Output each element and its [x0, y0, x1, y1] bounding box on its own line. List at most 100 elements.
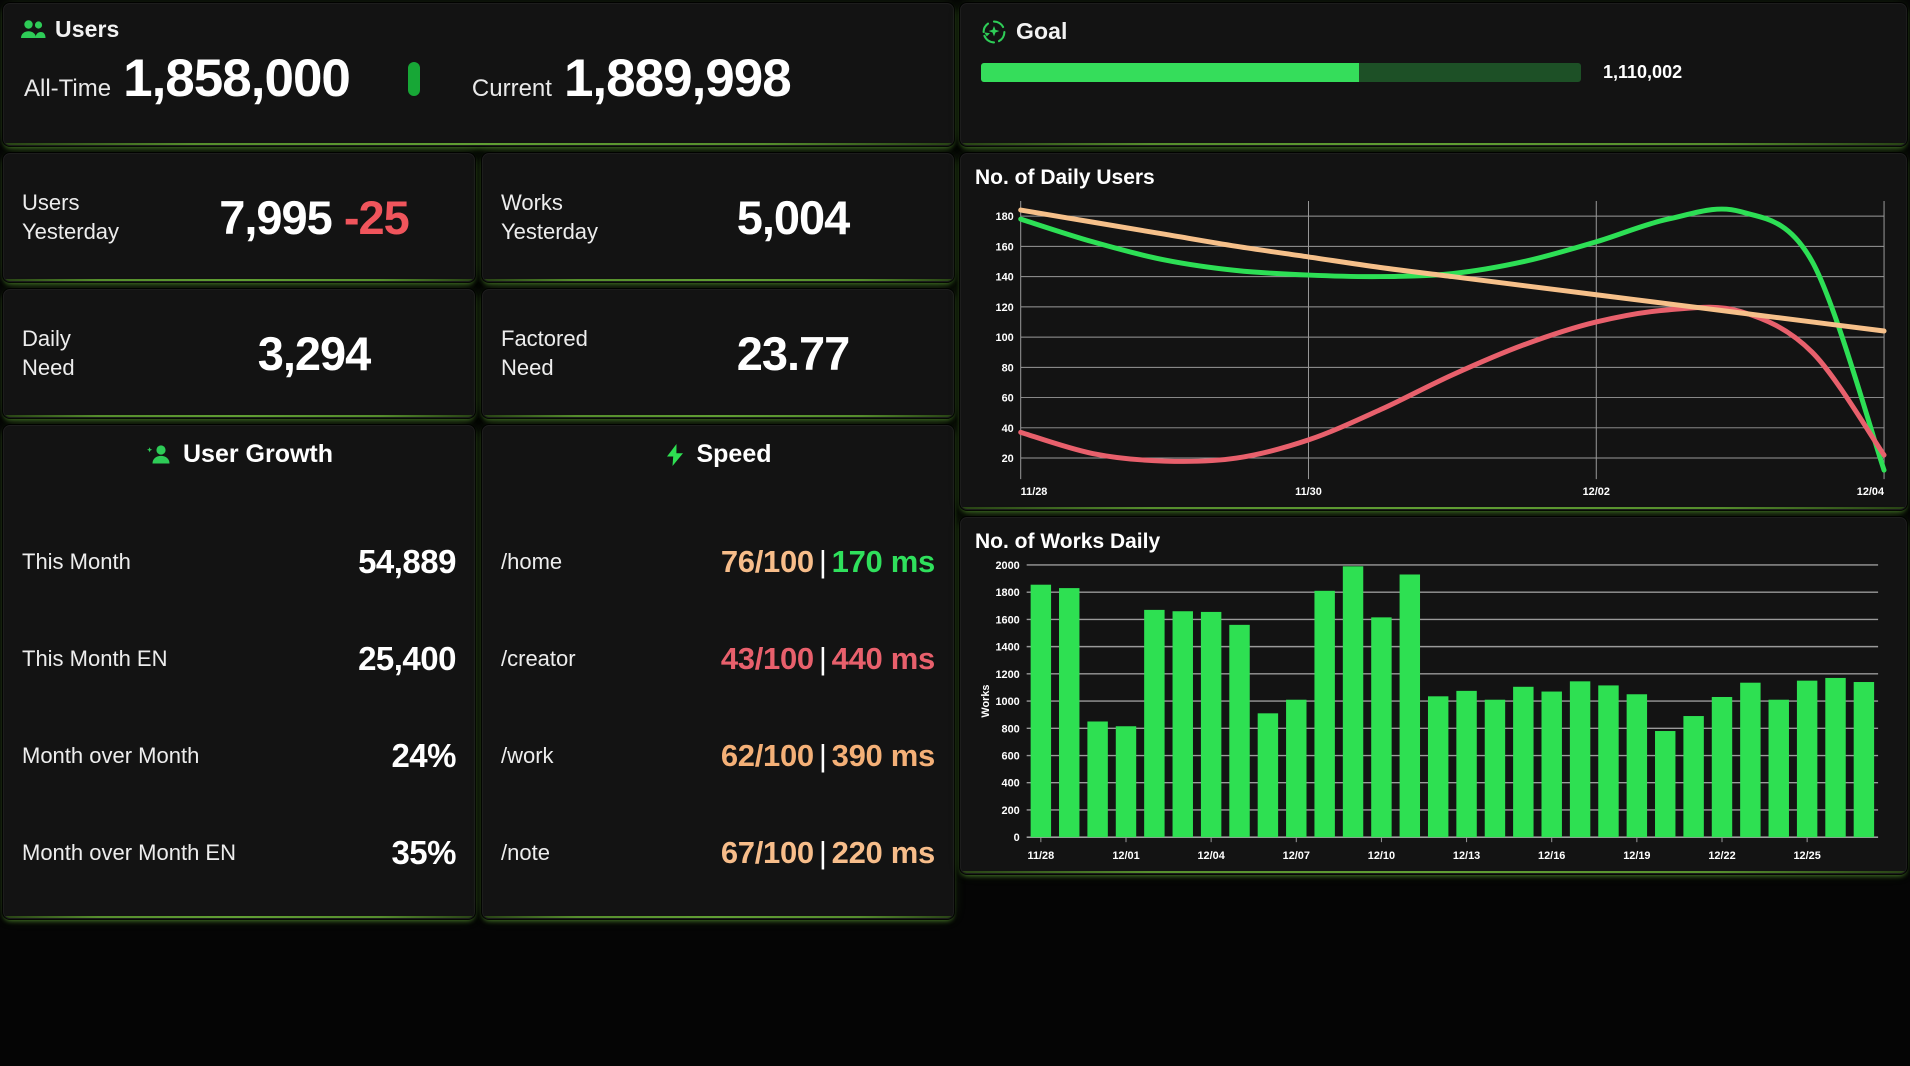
svg-text:12/25: 12/25	[1793, 850, 1820, 862]
row-key: Month over Month	[22, 742, 200, 768]
svg-text:12/07: 12/07	[1283, 850, 1310, 862]
speed-score: 76/100	[720, 543, 814, 579]
speed-divider: |	[818, 543, 827, 579]
daily-users-line-chart: 20 40 60 80 100 120 140 160 180 11/28 11/30 12/02 12…	[996, 200, 1887, 498]
svg-text:12/10: 12/10	[1368, 850, 1395, 862]
speed-time: 220 ms	[831, 834, 936, 870]
svg-text:12/16: 12/16	[1538, 850, 1565, 862]
list-item: Month over Month EN 35%	[22, 804, 456, 901]
speed-score: 43/100	[720, 640, 814, 676]
row-key: /note	[501, 839, 550, 865]
svg-text:1400: 1400	[995, 642, 1019, 654]
stat-value: 7,995 -25	[172, 190, 456, 245]
dashboard-root: Users All-Time 1,858,000 Current 1,889,9…	[0, 0, 1910, 1066]
stat-label: Works Yesterday	[501, 189, 651, 246]
growth-speed-row: User Growth This Month 54,889 This Month…	[3, 425, 954, 919]
svg-text:12/22: 12/22	[1708, 850, 1735, 862]
svg-text:600: 600	[1002, 750, 1020, 762]
stat-label-line1: Users	[22, 189, 80, 215]
works-daily-bar-chart: Works 0 200 400 600 800 1000 1200 1400 1600 1800 20…	[980, 560, 1879, 862]
svg-text:1800: 1800	[995, 587, 1019, 599]
users-values-row: All-Time 1,858,000 Current 1,889,998	[20, 51, 937, 107]
value-separator-pill	[407, 61, 420, 96]
svg-text:400: 400	[1002, 778, 1020, 790]
list-item: /work 62/100 | 390 ms	[501, 707, 935, 804]
svg-text:1000: 1000	[995, 696, 1019, 708]
stat-number: 7,995	[219, 191, 333, 244]
stat-value: 3,294	[172, 326, 456, 381]
row-key: This Month EN	[22, 645, 168, 671]
list-item: Month over Month 24%	[22, 707, 456, 804]
stat-number: 23.77	[736, 327, 851, 380]
stat-label-line1: Works	[501, 189, 563, 215]
stat-number: 3,294	[257, 327, 372, 380]
goal-panel: Goal 1,110,002	[960, 3, 1907, 146]
all-time-value: 1,858,000	[123, 49, 351, 108]
goal-progress-row: 1,110,002	[981, 62, 1886, 83]
stat-card-users-yesterday: Users Yesterday 7,995 -25	[3, 153, 475, 282]
goal-refresh-icon	[981, 19, 1007, 45]
goal-progress-fill	[981, 63, 1359, 82]
row-key: This Month	[22, 548, 131, 574]
speed-time: 390 ms	[831, 737, 936, 773]
svg-text:20: 20	[1002, 453, 1014, 465]
stat-label: Factored Need	[501, 325, 651, 382]
svg-text:12/02: 12/02	[1583, 486, 1610, 498]
row-value: 43/100 | 440 ms	[721, 641, 935, 677]
svg-text:800: 800	[1002, 723, 1020, 735]
row-value: 35%	[391, 833, 456, 871]
row-key: /work	[501, 742, 554, 768]
speed-list: /home 76/100 | 170 ms /creator 43/100 | 440 …	[501, 513, 935, 901]
daily-users-chart-title: No. of Daily Users	[975, 166, 1155, 189]
stat-label-line1: Factored	[501, 325, 588, 351]
daily-users-chart-panel: No. of Daily Users 20 40 60 80 100 120 140 160 1…	[960, 153, 1907, 510]
speed-score: 62/100	[720, 737, 814, 773]
row-key: /creator	[501, 645, 576, 671]
current-value: 1,889,998	[563, 49, 792, 108]
stat-card-grid: Users Yesterday 7,995 -25 Works Yesterda…	[3, 153, 954, 418]
users-panel-header: Users	[20, 16, 937, 43]
row-value: 54,889	[358, 542, 456, 580]
list-item: /home 76/100 | 170 ms	[501, 513, 935, 610]
svg-text:1200: 1200	[995, 669, 1019, 681]
goal-panel-header: Goal	[981, 18, 1886, 45]
user-growth-header: User Growth	[22, 440, 456, 469]
svg-text:140: 140	[996, 272, 1014, 284]
user-add-icon	[145, 444, 173, 466]
row-key: Month over Month EN	[22, 839, 236, 865]
stat-card-works-yesterday: Works Yesterday 5,004	[482, 153, 954, 282]
stat-label: Users Yesterday	[22, 189, 172, 246]
svg-text:12/04: 12/04	[1857, 486, 1884, 498]
row-value: 24%	[391, 736, 456, 774]
list-item: /note 67/100 | 220 ms	[501, 804, 935, 901]
list-item: This Month EN 25,400	[22, 610, 456, 707]
row-key: /home	[501, 548, 563, 574]
left-column: Users All-Time 1,858,000 Current 1,889,9…	[0, 0, 957, 1066]
stat-label-line2: Yesterday	[22, 218, 120, 244]
stat-card-daily-need: Daily Need 3,294	[3, 289, 475, 418]
stat-label-line2: Yesterday	[501, 218, 599, 244]
stat-value: 23.77	[651, 326, 935, 381]
goal-progress-bar[interactable]	[981, 63, 1581, 82]
stat-card-factored-need: Factored Need 23.77	[482, 289, 954, 418]
works-daily-chart-title: No. of Works Daily	[975, 530, 1161, 553]
row-value: 25,400	[358, 639, 456, 677]
users-panel-title: Users	[55, 16, 120, 42]
lightning-bolt-icon	[664, 443, 686, 467]
svg-text:Works: Works	[980, 685, 992, 718]
svg-text:1600: 1600	[995, 614, 1019, 626]
svg-text:60: 60	[1002, 393, 1014, 405]
stat-label: Daily Need	[22, 325, 172, 382]
users-icon	[20, 19, 46, 41]
svg-text:12/13: 12/13	[1453, 850, 1480, 862]
stat-label-line2: Need	[501, 354, 554, 380]
speed-divider: |	[818, 640, 827, 676]
row-value: 67/100 | 220 ms	[721, 835, 935, 871]
goal-panel-title: Goal	[1016, 18, 1068, 44]
svg-text:11/30: 11/30	[1295, 486, 1322, 498]
speed-title: Speed	[696, 440, 772, 468]
svg-text:2000: 2000	[995, 560, 1019, 572]
row-value: 62/100 | 390 ms	[721, 738, 935, 774]
svg-text:0: 0	[1014, 832, 1020, 844]
svg-text:40: 40	[1002, 423, 1014, 435]
